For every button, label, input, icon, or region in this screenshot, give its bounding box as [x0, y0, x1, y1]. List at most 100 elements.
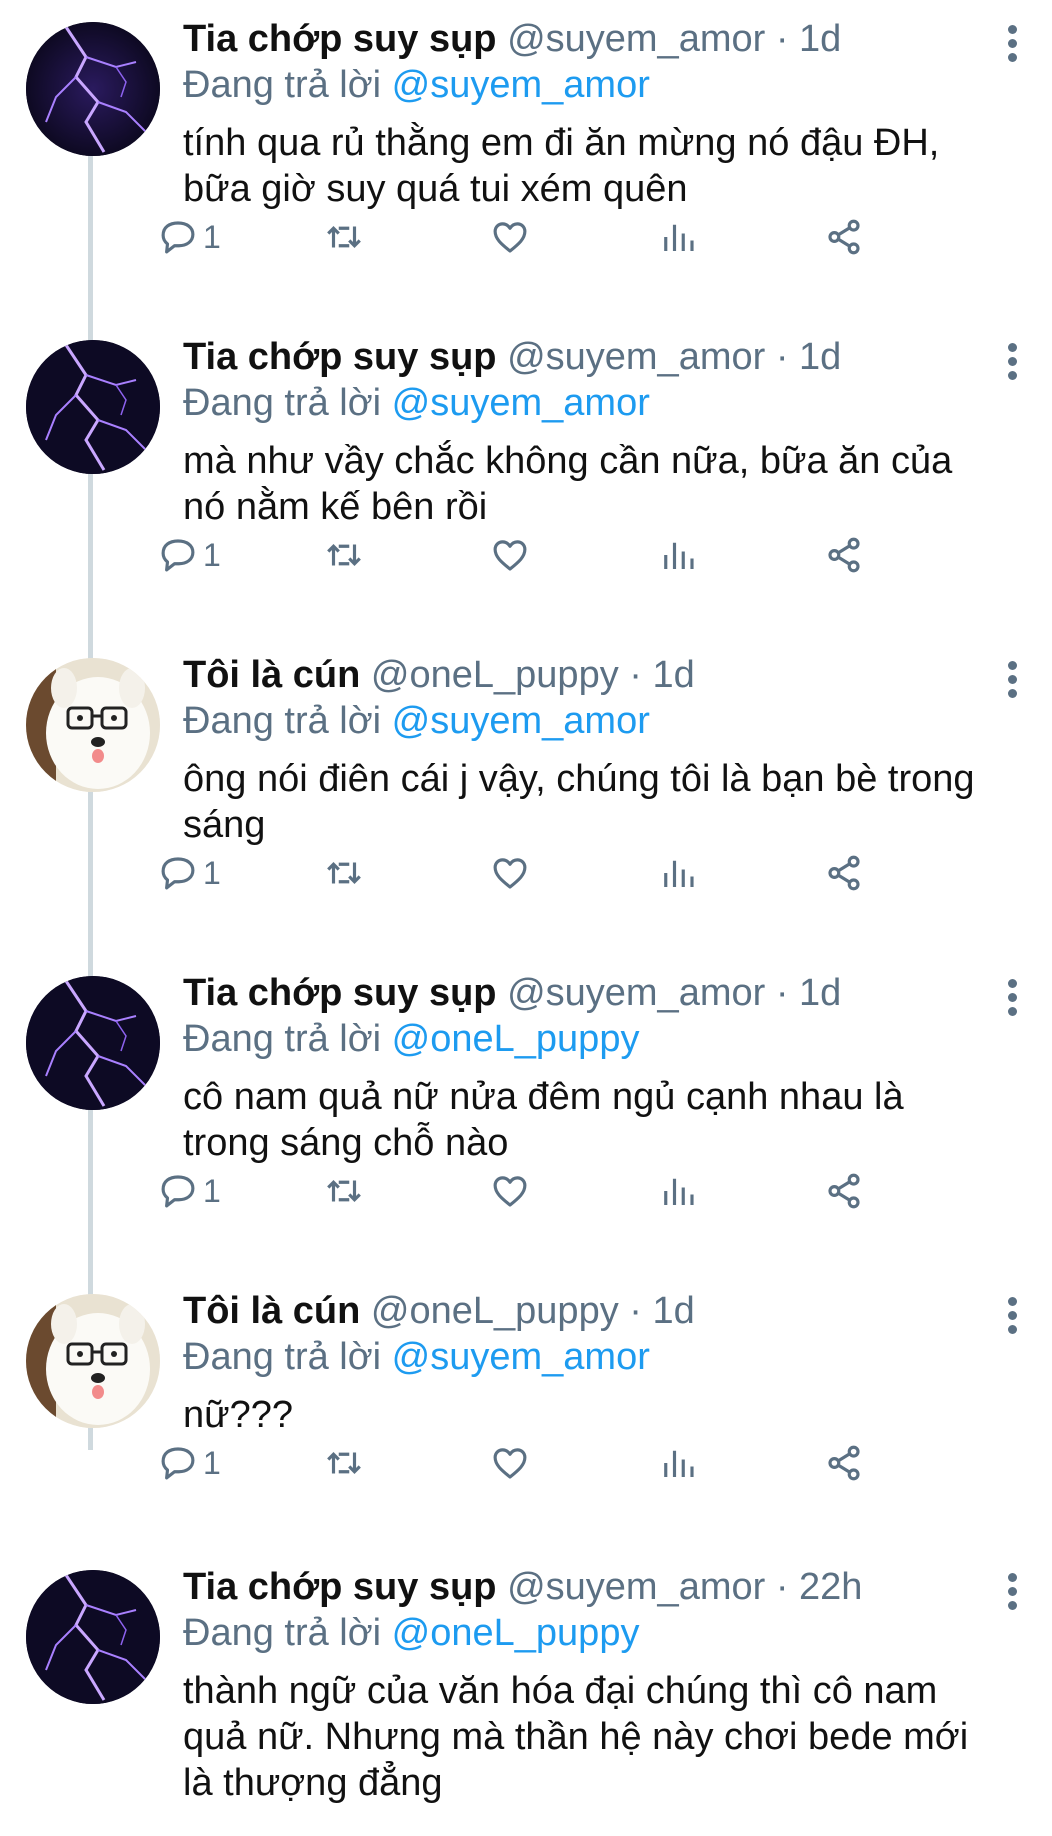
reply-prefix: Đang trả lời [183, 64, 382, 106]
reply-button[interactable]: 1 [157, 1166, 221, 1216]
analytics-icon [664, 1450, 694, 1477]
more-options-icon[interactable] [1000, 658, 1024, 706]
dog-avatar[interactable] [26, 658, 160, 792]
more-options-icon[interactable] [1000, 22, 1024, 70]
reply-icon [161, 857, 195, 890]
tweet-actions: 1 [161, 212, 1013, 262]
share-button[interactable] [823, 530, 865, 580]
reply-count: 1 [203, 218, 221, 255]
tweet-text: thành ngữ của văn hóa đại chúng thì cô n… [183, 1670, 969, 1804]
retweet-icon [327, 544, 361, 566]
tweet-text: ông nói điên cái j vậy, chúng tôi là bạn… [183, 758, 975, 846]
analytics-button[interactable] [657, 530, 699, 580]
analytics-icon [664, 1178, 694, 1205]
more-options-icon[interactable] [1000, 1294, 1024, 1342]
share-button[interactable] [823, 1438, 865, 1488]
author-name[interactable]: Tia chớp suy sụp [183, 18, 497, 60]
tweet-actions: 1 [161, 1166, 1013, 1216]
reply-button[interactable]: 1 [157, 212, 221, 262]
lightning-avatar[interactable] [26, 22, 160, 156]
retweet-icon [327, 1180, 361, 1202]
more-options-icon[interactable] [1000, 1570, 1024, 1618]
like-icon [493, 1176, 527, 1207]
lightning-avatar[interactable] [26, 340, 160, 474]
author-handle-time: @suyem_amor · 22h [507, 1566, 863, 1608]
analytics-icon [664, 542, 694, 569]
retweet-icon [327, 226, 361, 248]
retweet-icon [327, 1452, 361, 1474]
reply-prefix: Đang trả lời [183, 700, 382, 742]
retweet-icon [327, 862, 361, 884]
reply-mention[interactable]: @oneL_puppy [392, 1018, 640, 1060]
reply-mention[interactable]: @oneL_puppy [392, 1612, 640, 1654]
analytics-icon [664, 860, 694, 887]
more-options-icon[interactable] [1000, 340, 1024, 388]
author-name[interactable]: Tôi là cún [183, 1290, 360, 1332]
share-icon [828, 855, 860, 891]
more-options-icon[interactable] [1000, 976, 1024, 1024]
reply-prefix: Đang trả lời [183, 382, 382, 424]
like-button[interactable] [489, 848, 531, 898]
reply-icon [161, 1447, 195, 1480]
lightning-avatar[interactable] [26, 1570, 160, 1704]
reply-button[interactable]: 1 [157, 530, 221, 580]
reply-count: 1 [203, 536, 221, 573]
reply-mention[interactable]: @suyem_amor [392, 700, 650, 742]
share-button[interactable] [823, 848, 865, 898]
share-icon [828, 1445, 860, 1481]
analytics-button[interactable] [657, 848, 699, 898]
reply-mention[interactable]: @suyem_amor [392, 1336, 650, 1378]
analytics-button[interactable] [657, 212, 699, 262]
like-icon [493, 858, 527, 889]
reply-icon [161, 1175, 195, 1208]
author-name[interactable]: Tia chớp suy sụp [183, 336, 497, 378]
like-icon [493, 1448, 527, 1479]
retweet-button[interactable] [323, 1438, 365, 1488]
retweet-button[interactable] [323, 212, 365, 262]
reply-prefix: Đang trả lời [183, 1018, 382, 1060]
analytics-button[interactable] [657, 1166, 699, 1216]
like-button[interactable] [489, 1166, 531, 1216]
author-handle-time: @oneL_puppy · 1d [370, 1290, 695, 1332]
share-icon [828, 219, 860, 255]
tweet-text: tính qua rủ thằng em đi ăn mừng nó đậu Đ… [183, 122, 940, 210]
tweet-text: nữ??? [183, 1394, 293, 1436]
reply-count: 1 [203, 1172, 221, 1209]
tweet-text: mà như vầy chắc không cần nữa, bữa ăn củ… [183, 440, 953, 528]
tweet-actions: 1 [161, 848, 1013, 898]
tweet-actions: 1 [161, 1438, 1013, 1488]
author-name[interactable]: Tôi là cún [183, 654, 360, 696]
like-icon [493, 540, 527, 571]
reply-prefix: Đang trả lời [183, 1336, 382, 1378]
reply-mention[interactable]: @suyem_amor [392, 64, 650, 106]
reply-count: 1 [203, 1444, 221, 1481]
share-button[interactable] [823, 212, 865, 262]
author-handle-time: @suyem_amor · 1d [507, 18, 842, 60]
like-button[interactable] [489, 1438, 531, 1488]
like-button[interactable] [489, 212, 531, 262]
retweet-button[interactable] [323, 1166, 365, 1216]
author-handle-time: @oneL_puppy · 1d [370, 654, 695, 696]
reply-button[interactable]: 1 [157, 1438, 221, 1488]
author-handle-time: @suyem_amor · 1d [507, 972, 842, 1014]
share-button[interactable] [823, 1166, 865, 1216]
reply-icon [161, 539, 195, 572]
retweet-button[interactable] [323, 530, 365, 580]
dog-avatar[interactable] [26, 1294, 160, 1428]
like-button[interactable] [489, 530, 531, 580]
tweet-actions: 1 [161, 530, 1013, 580]
retweet-button[interactable] [323, 848, 365, 898]
analytics-button[interactable] [657, 1438, 699, 1488]
reply-prefix: Đang trả lời [183, 1612, 382, 1654]
like-icon [493, 222, 527, 253]
reply-button[interactable]: 1 [157, 848, 221, 898]
author-handle-time: @suyem_amor · 1d [507, 336, 842, 378]
reply-icon [161, 221, 195, 254]
share-icon [828, 1173, 860, 1209]
lightning-avatar[interactable] [26, 976, 160, 1110]
reply-mention[interactable]: @suyem_amor [392, 382, 650, 424]
author-name[interactable]: Tia chớp suy sụp [183, 1566, 497, 1608]
author-name[interactable]: Tia chớp suy sụp [183, 972, 497, 1014]
share-icon [828, 537, 860, 573]
tweet-text: cô nam quả nữ nửa đêm ngủ cạnh nhau là t… [183, 1076, 904, 1164]
